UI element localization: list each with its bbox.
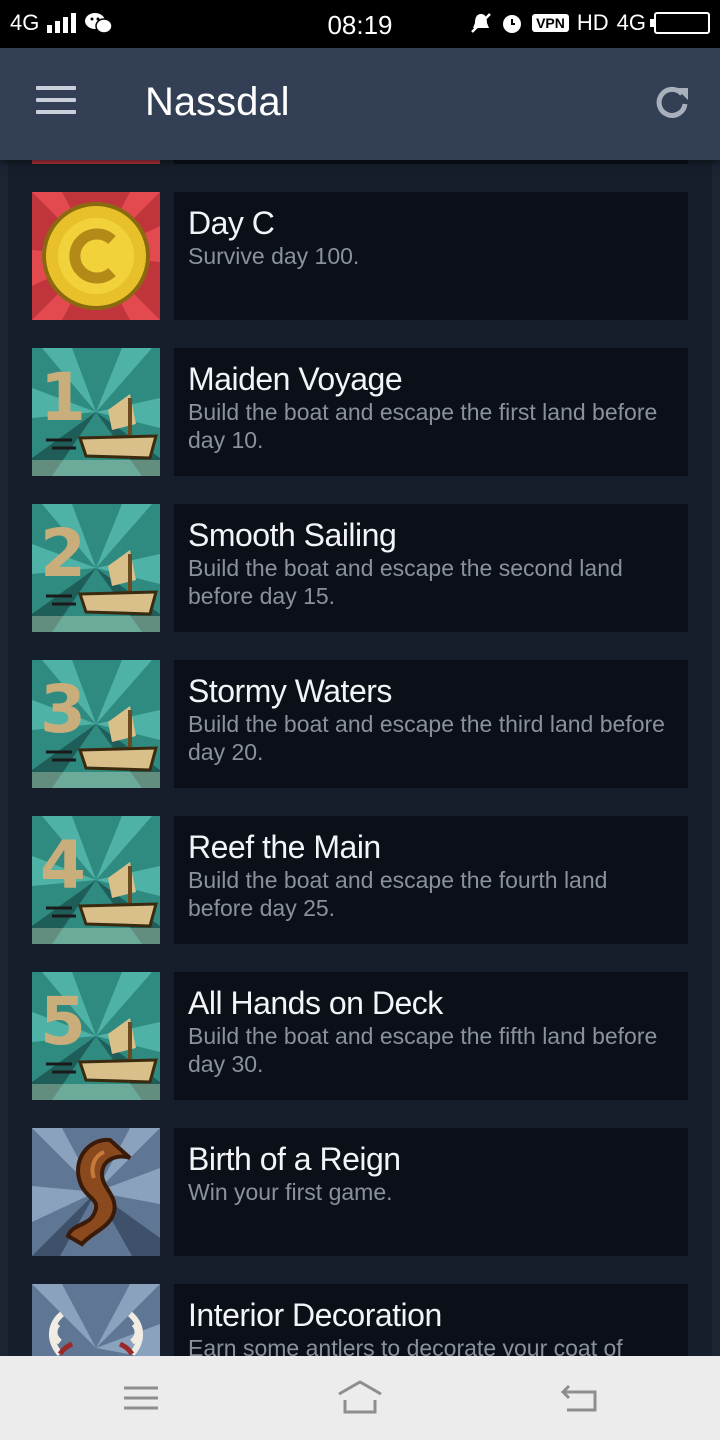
achievement-card: Day C Survive day 100. <box>174 192 688 320</box>
achievement-description: Build the boat and escape the second lan… <box>188 555 623 609</box>
list-item[interactable]: 3 Stormy Waters Build the boat and escap… <box>32 660 688 788</box>
achievement-description: Survive day 100. <box>188 243 360 269</box>
digit-label: 5 <box>40 983 86 1060</box>
status-bar: 4G 08:19 VPN HD 4G <box>0 0 720 48</box>
achievement-card: Interior Decoration Earn some antlers to… <box>174 1284 688 1356</box>
partial-row-top <box>32 160 688 164</box>
mute-bell-icon <box>471 13 491 33</box>
achievement-card: All Hands on Deck Build the boat and esc… <box>174 972 688 1100</box>
page-title: Nassdal <box>145 80 290 124</box>
list-item[interactable]: 1 Maiden Voyage Build the boat and escap… <box>32 348 688 476</box>
battery-icon <box>650 12 710 34</box>
menu-icon[interactable] <box>116 1376 166 1420</box>
list-item[interactable]: Day C Survive day 100. <box>32 192 688 320</box>
achievement-description: Win your first game. <box>188 1179 393 1205</box>
achievement-card: Stormy Waters Build the boat and escape … <box>174 660 688 788</box>
gold-coin-icon <box>32 192 160 320</box>
status-right: VPN HD 4G <box>470 10 710 36</box>
crest-emblem-icon <box>32 1128 160 1256</box>
achievement-list[interactable]: Day C Survive day 100. 1 Maiden Voyage B… <box>8 160 712 1356</box>
list-item[interactable]: 2 Smooth Sailing Build the boat and esca… <box>32 504 688 632</box>
achievement-title: Interior Decoration <box>188 1297 442 1333</box>
achievement-title: Birth of a Reign <box>188 1141 401 1177</box>
app-bar: Nassdal <box>0 48 720 160</box>
alarm-icon <box>503 15 522 33</box>
hd-label: HD <box>576 10 609 35</box>
digit-label: 2 <box>40 515 86 592</box>
menu-icon[interactable] <box>36 86 76 122</box>
digit-label: 4 <box>40 827 86 904</box>
antlers-icon <box>32 1284 160 1356</box>
system-nav-bar <box>0 1356 720 1440</box>
achievement-card: Smooth Sailing Build the boat and escape… <box>174 504 688 632</box>
achievement-title: Day C <box>188 205 275 241</box>
digit-label: 3 <box>40 671 86 748</box>
achievement-card: Reef the Main Build the boat and escape … <box>174 816 688 944</box>
boat-icon: 2 <box>32 504 160 632</box>
vpn-badge: VPN <box>532 14 569 32</box>
achievement-description: Build the boat and escape the fifth land… <box>188 1023 658 1077</box>
achievement-description: Build the boat and escape the third land… <box>188 711 665 765</box>
achievement-description: Build the boat and escape the fourth lan… <box>188 867 608 921</box>
achievement-title: All Hands on Deck <box>188 985 443 1021</box>
achievement-title: Smooth Sailing <box>188 517 397 553</box>
digit-label: 1 <box>40 359 86 436</box>
list-item[interactable]: Interior Decoration Earn some antlers to… <box>32 1284 688 1356</box>
boat-icon: 1 <box>32 348 160 476</box>
list-item[interactable]: 4 Reef the Main Build the boat and escap… <box>32 816 688 944</box>
boat-icon: 3 <box>32 660 160 788</box>
list-item[interactable]: Birth of a Reign Win your first game. <box>32 1128 688 1256</box>
back-icon[interactable] <box>555 1376 605 1420</box>
boat-icon: 5 <box>32 972 160 1100</box>
boat-icon: 4 <box>32 816 160 944</box>
achievement-title: Maiden Voyage <box>188 361 403 397</box>
achievement-card: Maiden Voyage Build the boat and escape … <box>174 348 688 476</box>
achievement-description: Earn some antlers to decorate your coat … <box>188 1335 623 1356</box>
refresh-icon[interactable] <box>652 82 692 122</box>
achievement-title: Stormy Waters <box>188 673 392 709</box>
achievement-title: Reef the Main <box>188 829 381 865</box>
network-right-label: 4G <box>616 10 646 35</box>
achievement-description: Build the boat and escape the first land… <box>188 399 658 453</box>
list-item[interactable]: 5 All Hands on Deck Build the boat and e… <box>32 972 688 1100</box>
achievement-card: Birth of a Reign Win your first game. <box>174 1128 688 1256</box>
home-icon[interactable] <box>335 1376 385 1420</box>
